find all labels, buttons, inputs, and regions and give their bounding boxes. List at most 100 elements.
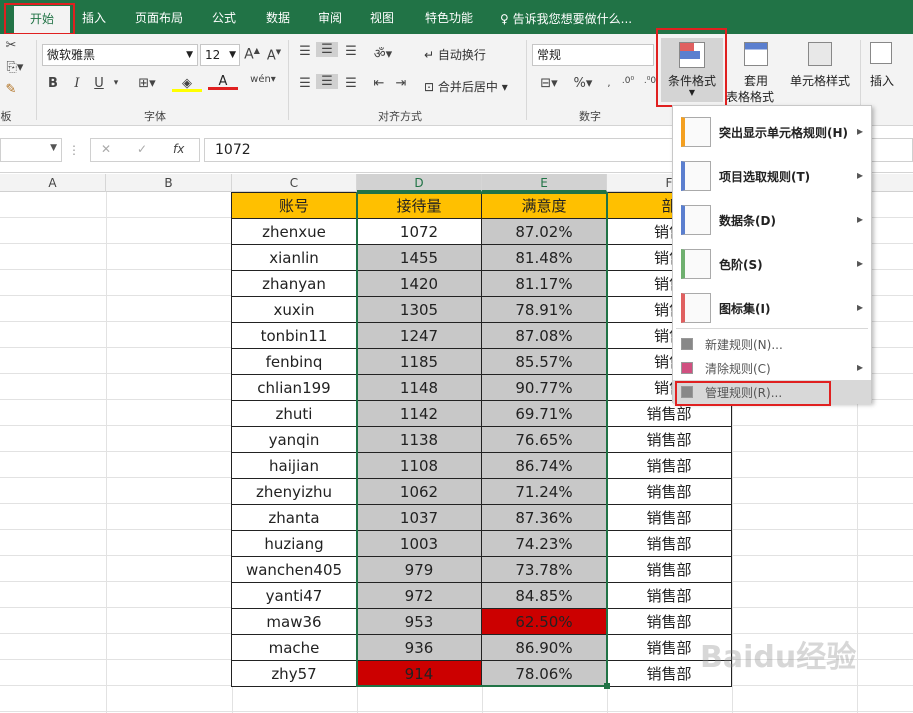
table-cell-e[interactable]: 87.02%: [482, 219, 607, 245]
table-cell-f[interactable]: 销售部: [607, 479, 732, 505]
insert-function-icon[interactable]: fx: [173, 142, 184, 156]
insert-button[interactable]: 插入: [864, 40, 900, 104]
increase-decimal-icon[interactable]: .0⁰: [618, 76, 638, 86]
comma-icon[interactable]: ,: [598, 78, 620, 89]
merge-center-button[interactable]: ⊡ 合并后居中 ▾: [424, 78, 508, 95]
table-cell-c[interactable]: wanchen405: [232, 557, 357, 583]
orientation-icon[interactable]: ॐ▾: [368, 44, 398, 62]
table-cell-c[interactable]: mache: [232, 635, 357, 661]
font-size-select[interactable]: 12 ▼: [200, 44, 240, 66]
chevron-down-icon[interactable]: ▾: [110, 78, 122, 88]
table-cell-d[interactable]: 1003: [357, 531, 482, 557]
font-name-select[interactable]: 微软雅黑 ▼: [42, 44, 198, 66]
table-cell-f[interactable]: 销售部: [607, 557, 732, 583]
italic-icon[interactable]: I: [70, 76, 84, 91]
table-cell-e[interactable]: 62.50%: [482, 609, 607, 635]
table-cell-d[interactable]: 1108: [357, 453, 482, 479]
table-cell-c[interactable]: zhanyan: [232, 271, 357, 297]
table-cell-d[interactable]: 1148: [357, 375, 482, 401]
cell-styles-button[interactable]: 单元格样式: [788, 40, 852, 104]
table-cell-c[interactable]: zhuti: [232, 401, 357, 427]
table-cell-d[interactable]: 1305: [357, 297, 482, 323]
copy-icon[interactable]: ⎘▾: [2, 60, 28, 75]
percent-icon[interactable]: %▾: [568, 76, 598, 91]
wrap-text-button[interactable]: ↵ 自动换行: [424, 46, 486, 63]
table-cell-f[interactable]: 销售部: [607, 453, 732, 479]
cut-icon[interactable]: ✂: [2, 38, 20, 53]
table-cell-c[interactable]: xuxin: [232, 297, 357, 323]
fill-color-icon[interactable]: ◈: [172, 76, 202, 92]
cancel-icon[interactable]: ✕: [101, 142, 111, 156]
increase-indent-icon[interactable]: ⇥: [392, 76, 410, 91]
table-cell-e[interactable]: 87.08%: [482, 323, 607, 349]
table-cell-e[interactable]: 69.71%: [482, 401, 607, 427]
table-cell-c[interactable]: xianlin: [232, 245, 357, 271]
table-cell-e[interactable]: 87.36%: [482, 505, 607, 531]
table-cell-e[interactable]: 81.17%: [482, 271, 607, 297]
table-cell-c[interactable]: zhenxue: [232, 219, 357, 245]
table-cell-c[interactable]: tonbin11: [232, 323, 357, 349]
header-account[interactable]: 账号: [232, 193, 357, 219]
align-right-icon[interactable]: ☰: [342, 76, 360, 91]
table-cell-e[interactable]: 78.06%: [482, 661, 607, 687]
table-cell-e[interactable]: 76.65%: [482, 427, 607, 453]
table-cell-f[interactable]: 销售部: [607, 427, 732, 453]
header-volume[interactable]: 接待量: [357, 193, 482, 219]
tab-view[interactable]: 视图: [360, 0, 404, 34]
menu-item-color-scales[interactable]: 色阶(S) ▸: [673, 244, 871, 284]
grow-font-icon[interactable]: A▲: [244, 46, 260, 63]
table-cell-d[interactable]: 953: [357, 609, 482, 635]
table-cell-d[interactable]: 1062: [357, 479, 482, 505]
menu-item-clear-rules[interactable]: 清除规则(C) ▸: [673, 356, 871, 380]
table-cell-c[interactable]: yanqin: [232, 427, 357, 453]
fill-handle[interactable]: [604, 683, 610, 689]
table-cell-e[interactable]: 74.23%: [482, 531, 607, 557]
font-color-icon[interactable]: A: [208, 74, 238, 90]
menu-item-highlight-cells-rules[interactable]: 突出显示单元格规则(H) ▸: [673, 112, 871, 152]
shrink-font-icon[interactable]: A▼: [266, 48, 282, 63]
table-cell-d[interactable]: 1138: [357, 427, 482, 453]
table-cell-d[interactable]: 914: [357, 661, 482, 687]
table-cell-e[interactable]: 73.78%: [482, 557, 607, 583]
table-cell-d[interactable]: 1142: [357, 401, 482, 427]
currency-icon[interactable]: ⊟▾: [534, 76, 564, 91]
table-cell-c[interactable]: zhy57: [232, 661, 357, 687]
column-header-d[interactable]: D: [357, 174, 482, 192]
table-cell-e[interactable]: 78.91%: [482, 297, 607, 323]
menu-item-data-bars[interactable]: 数据条(D) ▸: [673, 200, 871, 240]
underline-icon[interactable]: U: [92, 76, 106, 91]
table-cell-c[interactable]: zhenyizhu: [232, 479, 357, 505]
table-cell-d[interactable]: 972: [357, 583, 482, 609]
table-cell-d[interactable]: 1185: [357, 349, 482, 375]
name-box[interactable]: ▼: [0, 138, 62, 162]
column-header-c[interactable]: C: [232, 174, 357, 192]
table-cell-c[interactable]: chlian199: [232, 375, 357, 401]
table-cell-d[interactable]: 936: [357, 635, 482, 661]
table-cell-c[interactable]: yanti47: [232, 583, 357, 609]
table-cell-d[interactable]: 1420: [357, 271, 482, 297]
number-format-select[interactable]: 常规: [532, 44, 654, 66]
border-icon[interactable]: ⊞▾: [134, 76, 160, 91]
tab-page-layout[interactable]: 页面布局: [126, 0, 192, 34]
table-cell-e[interactable]: 86.74%: [482, 453, 607, 479]
table-cell-e[interactable]: 86.90%: [482, 635, 607, 661]
menu-item-new-rule[interactable]: 新建规则(N)...: [673, 332, 871, 356]
phonetic-icon[interactable]: wén▾: [250, 74, 276, 85]
table-cell-e[interactable]: 85.57%: [482, 349, 607, 375]
table-cell-e[interactable]: 81.48%: [482, 245, 607, 271]
tab-formulas[interactable]: 公式: [202, 0, 246, 34]
decrease-indent-icon[interactable]: ⇤: [370, 76, 388, 91]
tab-features[interactable]: 特色功能: [418, 0, 480, 34]
table-cell-c[interactable]: haijian: [232, 453, 357, 479]
table-cell-f[interactable]: 销售部: [607, 583, 732, 609]
format-painter-icon[interactable]: ✎: [2, 82, 20, 97]
tab-insert[interactable]: 插入: [72, 0, 116, 34]
table-cell-e[interactable]: 71.24%: [482, 479, 607, 505]
table-cell-e[interactable]: 84.85%: [482, 583, 607, 609]
tell-me-box[interactable]: ♀ 告诉我您想要做什么...: [500, 10, 632, 27]
align-left-icon[interactable]: ☰: [296, 76, 314, 91]
align-top-icon[interactable]: ☰: [296, 44, 314, 59]
bold-icon[interactable]: B: [46, 76, 60, 91]
table-cell-c[interactable]: zhanta: [232, 505, 357, 531]
enter-icon[interactable]: ✓: [137, 142, 147, 156]
